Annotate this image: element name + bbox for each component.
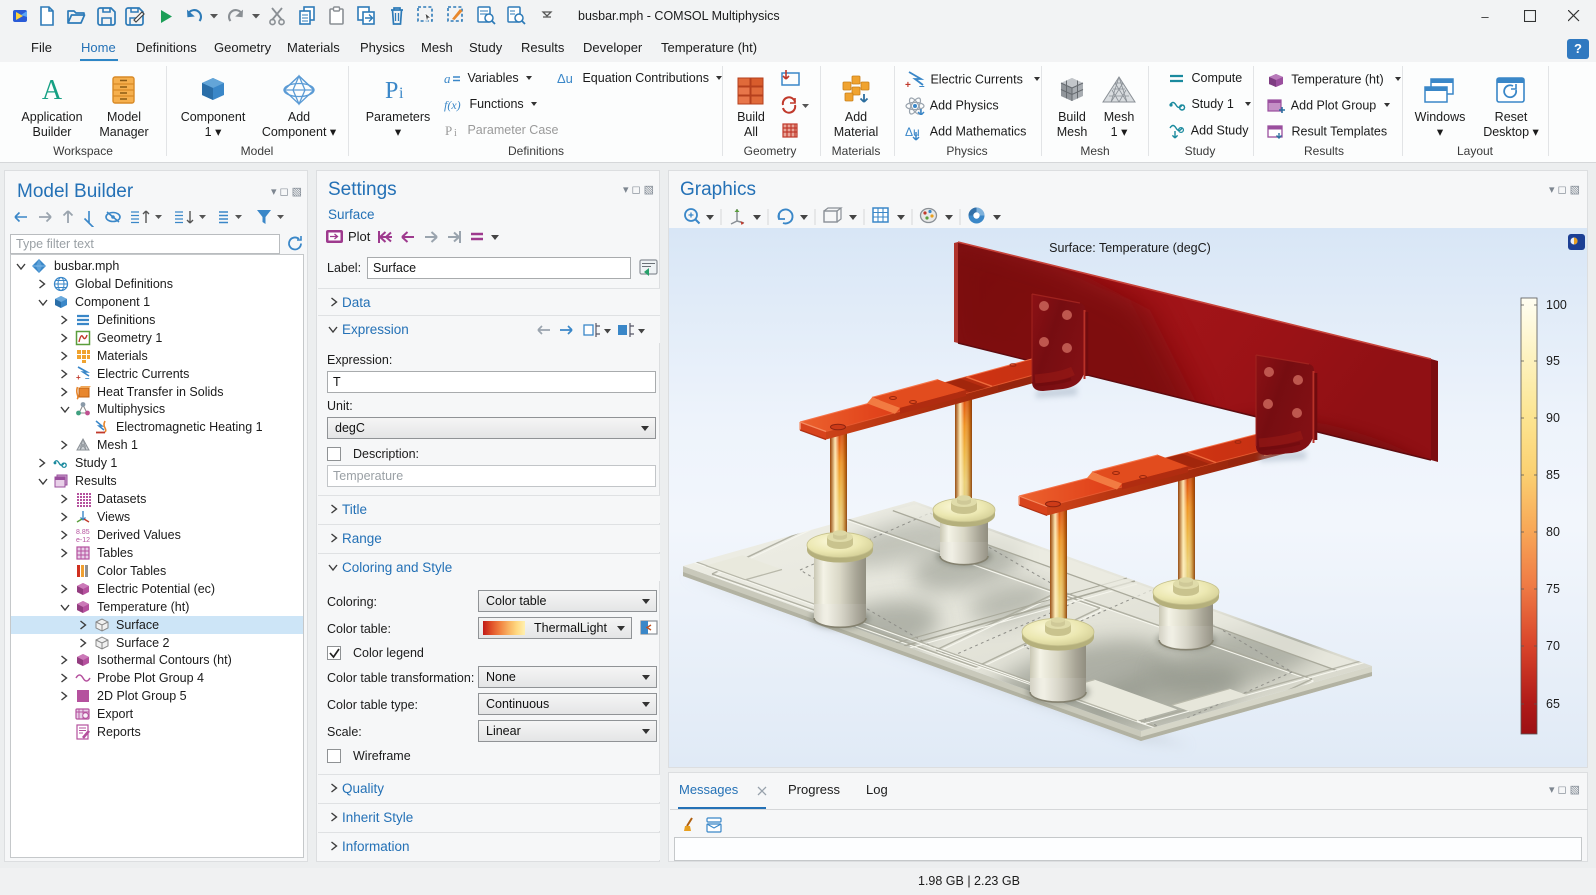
svg-text:+: + — [905, 80, 911, 89]
svg-text:–: – — [919, 81, 925, 89]
svg-text:A: A — [42, 75, 63, 105]
svg-text:Δu: Δu — [905, 125, 920, 139]
svg-text:90: 90 — [1546, 411, 1560, 425]
svg-text:i: i — [454, 128, 457, 138]
svg-text:–: – — [85, 374, 90, 382]
svg-text:+: + — [76, 373, 81, 382]
svg-text:85: 85 — [1546, 468, 1560, 482]
svg-text:95: 95 — [1546, 354, 1560, 368]
svg-text:P: P — [445, 123, 452, 138]
svg-text:e-12: e-12 — [76, 537, 90, 543]
svg-text:f(x): f(x) — [444, 98, 461, 112]
svg-text:100: 100 — [1546, 298, 1567, 312]
svg-text:Δu: Δu — [557, 71, 573, 86]
svg-text:i: i — [399, 85, 404, 102]
svg-text:Surface: Temperature (degC): Surface: Temperature (degC) — [1049, 241, 1211, 255]
svg-text:8.85: 8.85 — [76, 529, 90, 536]
svg-text:80: 80 — [1546, 525, 1560, 539]
svg-text:P: P — [385, 78, 398, 104]
svg-text:a: a — [444, 71, 451, 86]
svg-text:75: 75 — [1546, 582, 1560, 596]
svg-text:70: 70 — [1546, 639, 1560, 653]
svg-text:65: 65 — [1546, 697, 1560, 711]
